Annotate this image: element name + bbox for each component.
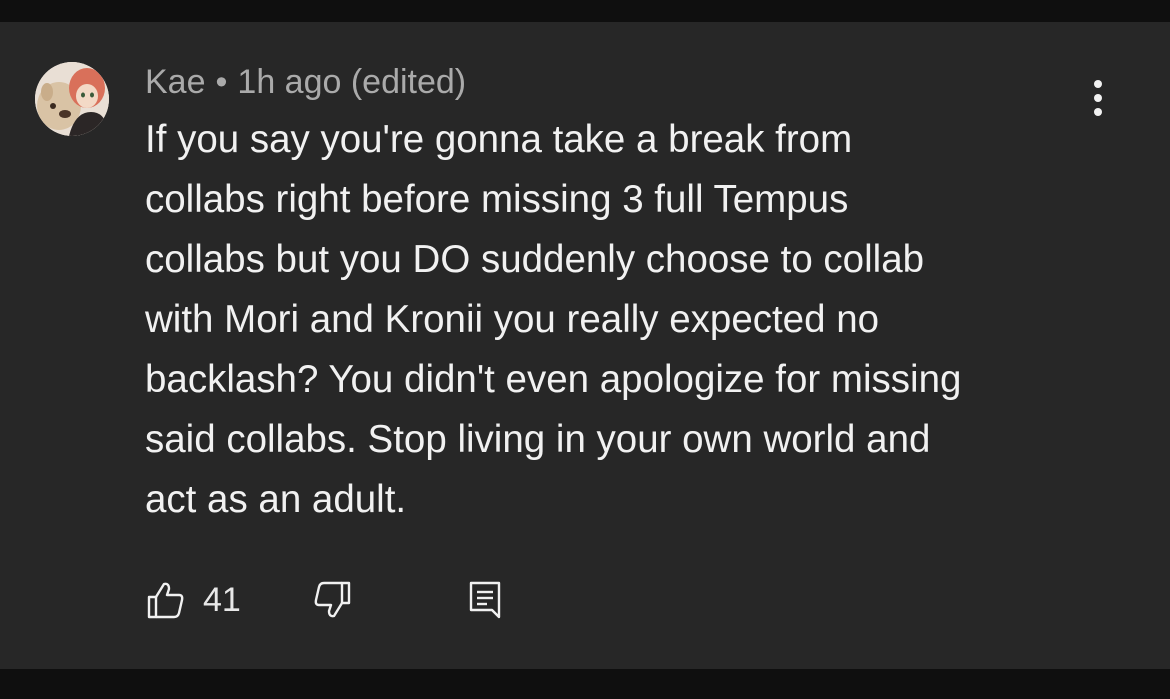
avatar[interactable] — [35, 62, 109, 136]
like-button[interactable]: 41 — [145, 578, 241, 622]
thumbs-down-icon — [314, 581, 351, 618]
bottom-bar — [0, 669, 1170, 699]
comment-line: said collabs. Stop living in your own wo… — [145, 418, 931, 461]
timestamp[interactable]: 1h ago (edited) — [237, 63, 466, 101]
comment-line: act as an adult. — [145, 478, 407, 521]
comment-line: with Mori and Kronii you really expected… — [145, 298, 880, 341]
comment-line: If you say you're gonna take a break fro… — [145, 118, 853, 161]
reply-button[interactable] — [465, 578, 505, 622]
more-options-button[interactable] — [1078, 74, 1118, 122]
comment-line: backlash? You didn't even apologize for … — [145, 358, 962, 401]
dislike-button[interactable] — [313, 578, 353, 622]
avatar-image — [35, 62, 109, 136]
like-count: 41 — [203, 581, 241, 619]
comment-meta: Kae • 1h ago (edited) — [145, 62, 466, 102]
comment-card: Kae • 1h ago (edited) If you say you're go… — [0, 22, 1170, 669]
author-name[interactable]: Kae — [145, 63, 206, 101]
reply-comment-icon — [469, 581, 501, 619]
comment-line: collabs but you DO suddenly choose to co… — [145, 238, 925, 281]
meta-separator: • — [215, 63, 228, 101]
thumbs-up-icon — [147, 582, 184, 619]
comment-text: If you say you're gonna take a break fro… — [145, 110, 1085, 530]
more-vertical-icon — [1094, 80, 1102, 116]
comment-line: collabs right before missing 3 full Temp… — [145, 178, 849, 221]
